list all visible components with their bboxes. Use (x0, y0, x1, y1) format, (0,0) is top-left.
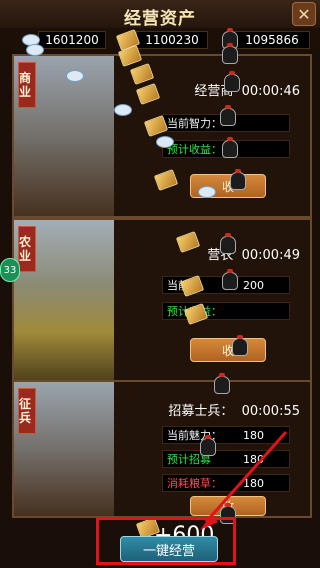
arrow-line (204, 431, 288, 523)
pointer-arrow (200, 431, 288, 530)
